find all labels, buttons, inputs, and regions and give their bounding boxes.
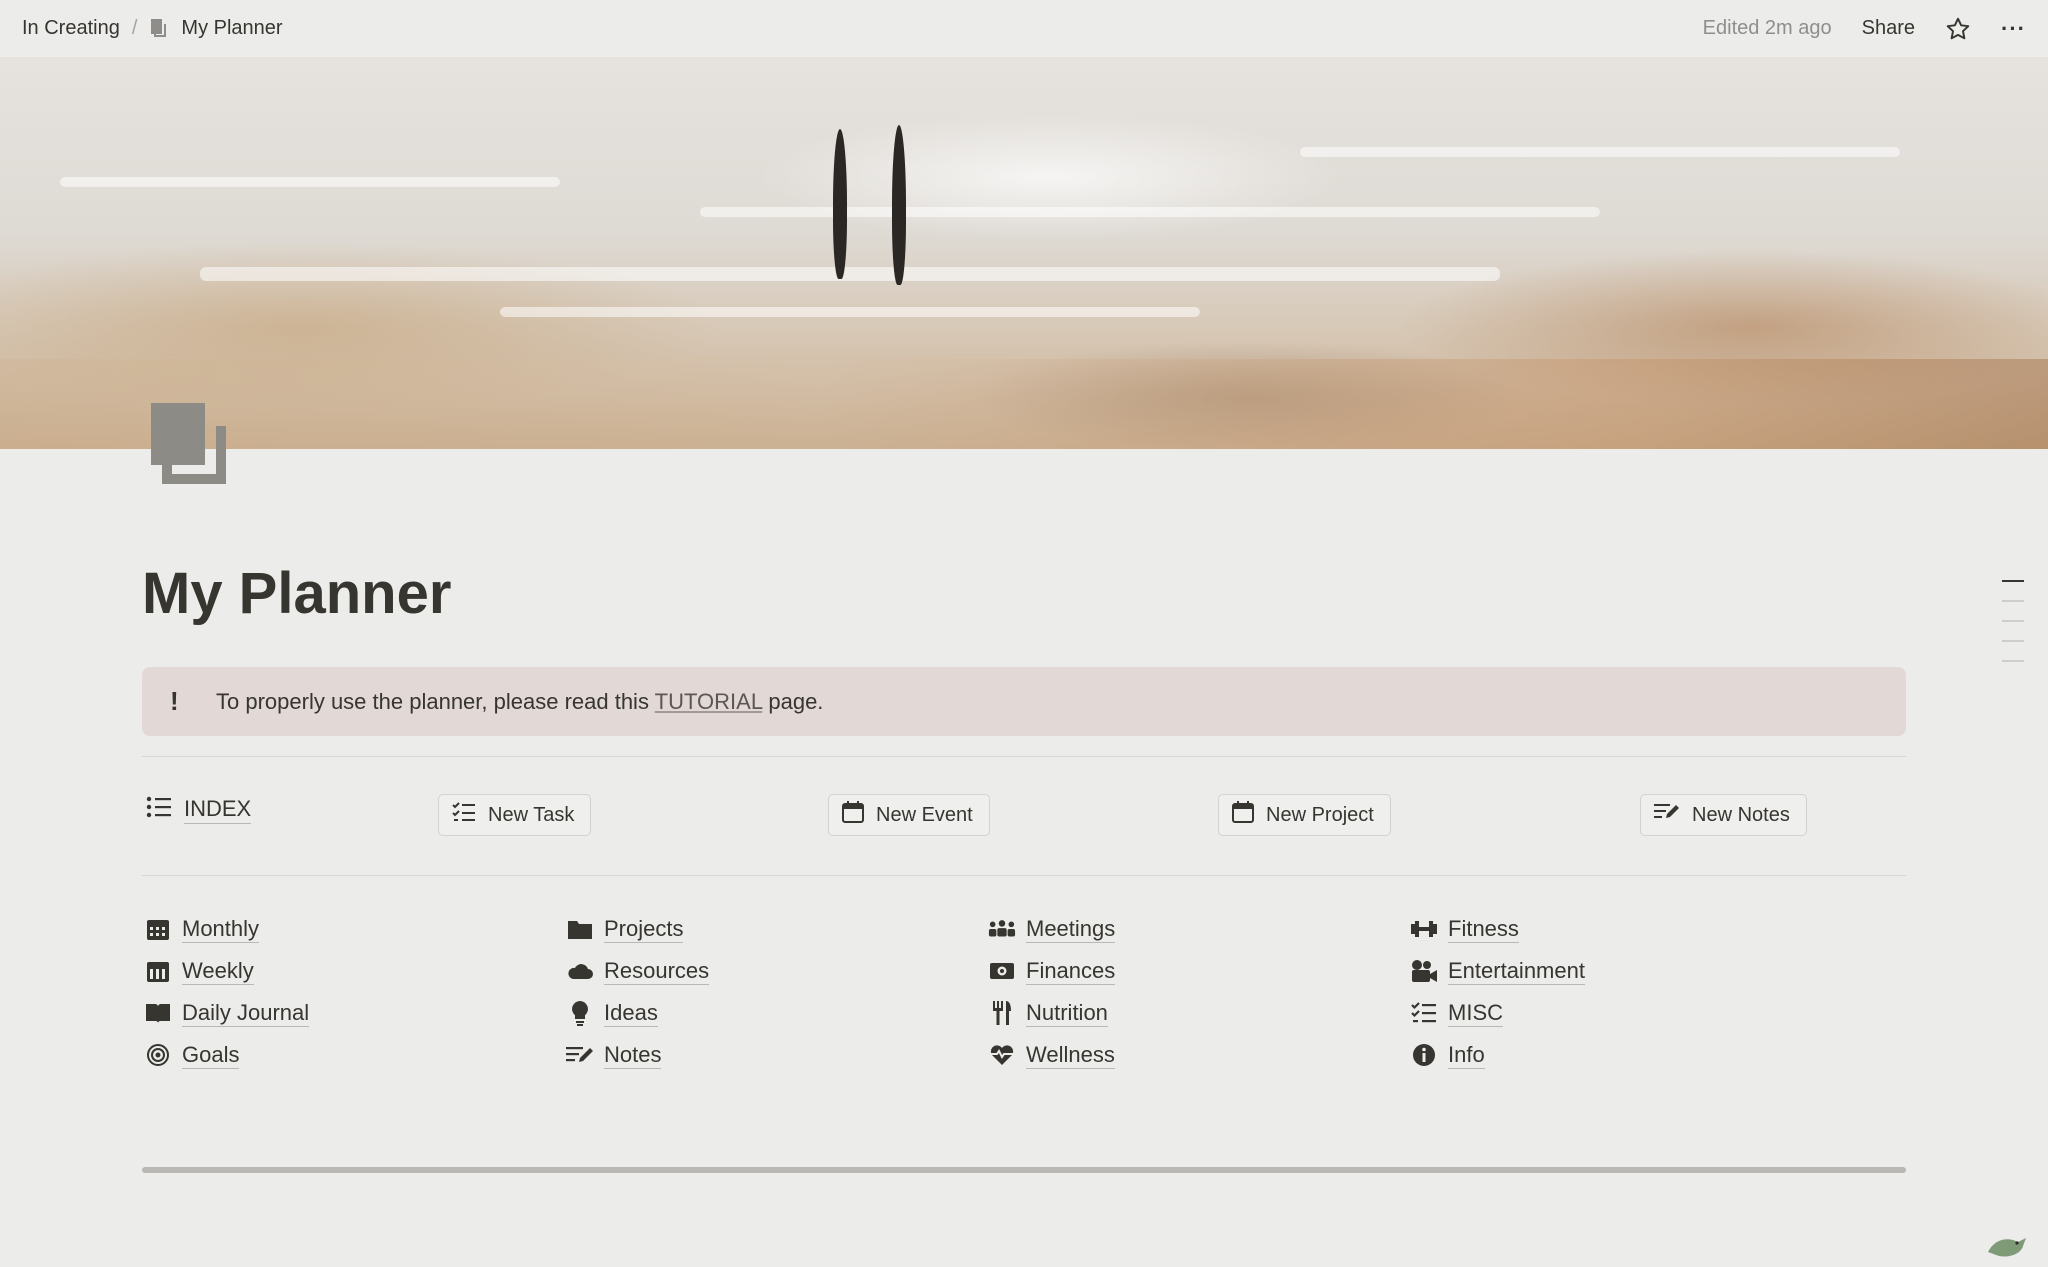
index-label: INDEX [184,796,252,824]
link-label: Wellness [1026,1041,1115,1069]
link-fitness[interactable]: Fitness [1410,908,1585,950]
link-label: Projects [604,915,684,943]
breadcrumb-current[interactable]: My Planner [181,17,282,40]
link-label: Entertainment [1448,957,1585,985]
link-ideas[interactable]: Ideas [566,992,709,1034]
film-icon [1410,957,1438,985]
nav-column-4: Fitness Entertainment MISC Info [1410,908,1585,1076]
link-label: Goals [182,1041,240,1069]
lightbulb-icon [566,999,594,1027]
divider [142,875,1906,876]
breadcrumb-separator: / [131,17,138,39]
share-button[interactable]: Share [1862,17,1915,40]
page-title[interactable]: My Planner [142,560,451,627]
favorite-star-icon[interactable] [1945,16,1971,42]
tutorial-callout: ! To properly use the planner, please re… [142,667,1906,736]
list-icon [146,796,172,824]
new-event-label: New Event [876,803,973,826]
page-outline-toc[interactable] [2002,580,2024,680]
book-icon [144,999,172,1027]
index-row: INDEX New Task New Event New Project New… [142,792,1906,842]
cloud-icon [566,957,594,985]
page-doc-icon [149,18,169,40]
new-project-button[interactable]: New Project [1218,794,1391,836]
link-label: Nutrition [1026,999,1108,1027]
tutorial-link[interactable]: TUTORIAL [655,689,763,714]
link-label: Finances [1026,957,1116,985]
outline-marker[interactable] [2002,640,2024,642]
folder-icon [566,915,594,943]
notes-icon [566,1041,594,1069]
index-heading[interactable]: INDEX [146,796,252,824]
cover-image [0,57,2048,449]
outline-marker[interactable] [2002,600,2024,602]
link-misc[interactable]: MISC [1410,992,1585,1034]
link-label: Info [1448,1041,1485,1069]
link-meetings[interactable]: Meetings [988,908,1116,950]
outline-marker[interactable] [2002,620,2024,622]
link-label: Ideas [604,999,658,1027]
nav-column-3: Meetings Finances Nutrition Wellness [988,908,1116,1076]
new-notes-label: New Notes [1692,803,1790,826]
link-weekly[interactable]: Weekly [144,950,309,992]
help-bird-icon[interactable] [1984,1232,2028,1267]
link-label: Fitness [1448,915,1519,943]
link-resources[interactable]: Resources [566,950,710,992]
link-notes[interactable]: Notes [566,1034,709,1076]
new-project-label: New Project [1266,803,1374,826]
calendar-icon [144,915,172,943]
link-info[interactable]: Info [1410,1034,1585,1076]
new-event-button[interactable]: New Event [828,794,990,836]
calendar-icon [1232,801,1254,829]
checklist-icon [1410,999,1438,1027]
link-monthly[interactable]: Monthly [144,908,309,950]
callout-text-after: page. [762,688,824,714]
link-label: Monthly [182,915,260,943]
heartbeat-icon [988,1041,1016,1069]
money-icon [988,957,1016,985]
outline-marker[interactable] [2002,660,2024,662]
target-icon [144,1041,172,1069]
info-icon [1410,1041,1438,1069]
breadcrumb: In Creating / My Planner [22,17,283,40]
edited-status: Edited 2m ago [1702,17,1832,39]
nav-column-1: Monthly Weekly Daily Journal Goals [144,908,310,1076]
link-finances[interactable]: Finances [988,950,1116,992]
calendar-icon [842,801,864,829]
link-entertainment[interactable]: Entertainment [1410,950,1585,992]
notes-pen-icon [1654,801,1680,829]
breadcrumb-parent[interactable]: In Creating [22,17,120,40]
outline-marker[interactable] [2002,580,2024,582]
people-icon [988,915,1016,943]
divider [142,756,1906,757]
link-label: Weekly [182,957,254,985]
top-bar: In Creating / My Planner Edited 2m ago S… [0,0,2048,57]
link-projects[interactable]: Projects [566,908,709,950]
link-label: Notes [604,1041,662,1069]
link-wellness[interactable]: Wellness [988,1034,1115,1076]
link-label: MISC [1448,999,1503,1027]
dumbbell-icon [1410,915,1438,943]
link-label: Daily Journal [182,999,310,1027]
link-nutrition[interactable]: Nutrition [988,992,1115,1034]
utensils-icon [988,999,1016,1027]
link-daily-journal[interactable]: Daily Journal [144,992,310,1034]
link-label: Meetings [1026,915,1116,943]
new-task-label: New Task [488,803,575,826]
link-goals[interactable]: Goals [144,1034,309,1076]
exclamation-icon: ! [170,686,179,716]
checklist-icon [452,801,476,829]
nav-column-2: Projects Resources Ideas Notes [566,908,710,1076]
page-large-doc-icon[interactable] [148,400,230,493]
bottom-divider [142,1167,1906,1173]
new-task-button[interactable]: New Task [438,794,592,836]
callout-text: To properly use the planner, please read… [216,689,823,715]
new-notes-button[interactable]: New Notes [1640,794,1807,836]
calendar-icon [144,957,172,985]
link-label: Resources [604,957,710,985]
more-options-icon[interactable]: ··· [2001,16,2026,42]
callout-text-before: To properly use the planner, please read… [216,688,655,714]
